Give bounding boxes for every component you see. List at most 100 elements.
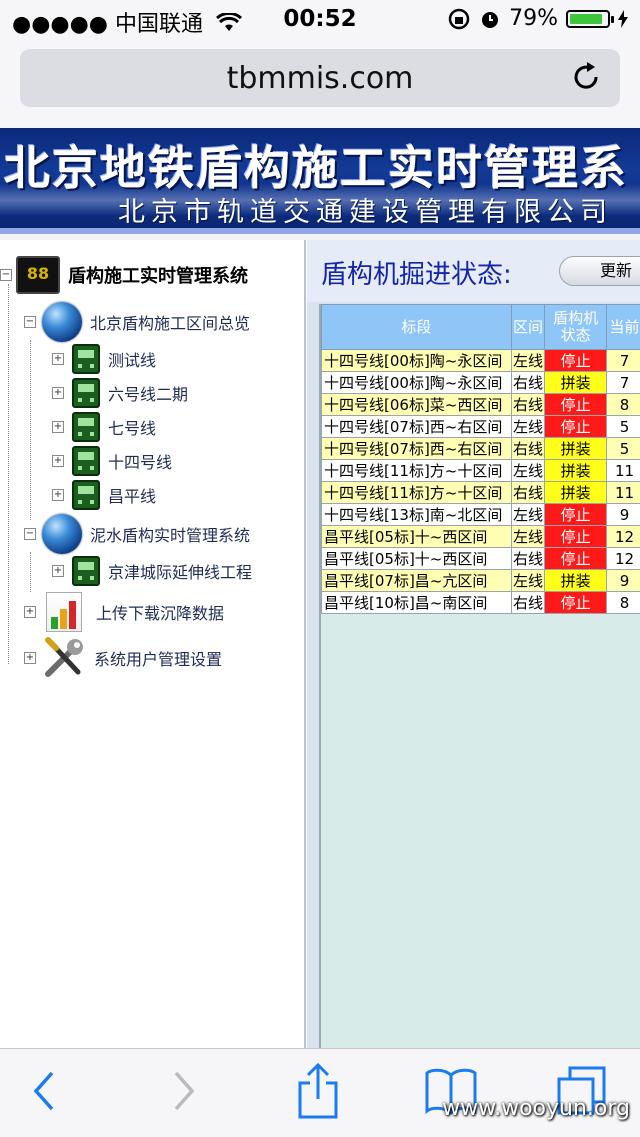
tree-group-slurry[interactable]: − 泥水盾构实时管理系统 (24, 514, 250, 554)
cell-current: 9 (607, 570, 640, 592)
column-header-section: 区间 (511, 305, 544, 350)
cell-section: 左线 (511, 526, 544, 548)
cell-section: 左线 (511, 350, 544, 372)
tree-root[interactable]: − 88 盾构施工实时管理系统 (0, 256, 248, 294)
site-banner: 北京地铁盾构施工实时管理系 北京市轨道交通建设管理有限公司 (0, 128, 640, 234)
cell-segment: 十四号线[07标]西~右区间 (322, 416, 512, 438)
expand-icon[interactable]: + (24, 652, 36, 664)
tree-item-label[interactable]: 上传下载沉降数据 (96, 600, 224, 624)
cell-section: 右线 (511, 438, 544, 460)
collapse-icon[interactable]: − (0, 269, 12, 281)
tree-item-line[interactable]: + 京津城际延伸线工程 (52, 556, 252, 586)
cell-current: 5 (607, 438, 640, 460)
column-header-current: 当前 (607, 305, 640, 350)
battery-icon (566, 10, 610, 28)
tree-item-label[interactable]: 十四号线 (108, 449, 172, 473)
table-row[interactable]: 昌平线[05标]十~西区间右线停止12 (322, 548, 640, 570)
cell-section: 左线 (511, 416, 544, 438)
cell-segment: 昌平线[05标]十~西区间 (322, 526, 512, 548)
tree-item-label[interactable]: 系统用户管理设置 (94, 646, 222, 670)
refresh-button[interactable]: 更新 (559, 256, 640, 286)
cell-current: 11 (607, 460, 640, 482)
cell-current: 11 (607, 482, 640, 504)
status-right: 79% (447, 6, 628, 31)
column-header-segment: 标段 (322, 305, 512, 350)
cell-segment: 十四号线[00标]陶~永区间 (322, 350, 512, 372)
cell-segment: 昌平线[05标]十~西区间 (322, 548, 512, 570)
cell-status: 停止 (545, 394, 607, 416)
cell-current: 12 (607, 548, 640, 570)
browser-toolbar: www.wooyun.org (0, 1048, 640, 1137)
cell-segment: 十四号线[07标]西~右区间 (322, 438, 512, 460)
tree-item-label[interactable]: 六号线二期 (108, 381, 188, 405)
globe-icon (42, 514, 82, 554)
tree-item-line[interactable]: + 七号线 (52, 412, 156, 442)
table-row[interactable]: 昌平线[10标]昌~南区间右线停止8 (322, 592, 640, 614)
cell-segment: 十四号线[11标]方~十区间 (322, 482, 512, 504)
collapse-icon[interactable]: − (24, 316, 36, 328)
cell-section: 右线 (511, 482, 544, 504)
tree-group-label[interactable]: 北京盾构施工区间总览 (90, 310, 250, 334)
tree-item-label[interactable]: 七号线 (108, 415, 156, 439)
forward-icon[interactable] (168, 1069, 198, 1113)
tree-item-label[interactable]: 昌平线 (108, 483, 156, 507)
table-row[interactable]: 十四号线[11标]方~十区间右线拼装11 (322, 482, 640, 504)
table-row[interactable]: 十四号线[11标]方~十区间左线拼装11 (322, 460, 640, 482)
table-row[interactable]: 十四号线[13标]南~北区间左线停止9 (322, 504, 640, 526)
expand-icon[interactable]: + (52, 421, 64, 433)
share-icon[interactable] (296, 1063, 340, 1119)
back-icon[interactable] (30, 1069, 60, 1113)
reload-icon[interactable] (568, 59, 604, 95)
globe-icon (42, 302, 82, 342)
collapse-icon[interactable]: − (24, 528, 36, 540)
tree-group-label[interactable]: 泥水盾构实时管理系统 (90, 522, 250, 546)
status-table: 标段 区间 盾构机状态 当前 十四号线[00标]陶~永区间左线停止7十四号线[0… (321, 304, 640, 614)
tree-item-line[interactable]: + 昌平线 (52, 480, 156, 510)
cell-current: 9 (607, 504, 640, 526)
table-row[interactable]: 十四号线[07标]西~右区间左线停止5 (322, 416, 640, 438)
tree-item-line[interactable]: + 十四号线 (52, 446, 172, 476)
expand-icon[interactable]: + (52, 455, 64, 467)
table-row[interactable]: 昌平线[07标]昌~亢区间左线拼装9 (322, 570, 640, 592)
table-row[interactable]: 十四号线[06标]菜~西区间右线停止8 (322, 394, 640, 416)
train-icon (72, 480, 100, 510)
tree-item-label[interactable]: 测试线 (108, 347, 156, 371)
cell-segment: 十四号线[00标]陶~永区间 (322, 372, 512, 394)
tree-item-upload[interactable]: + 上传下载沉降数据 (24, 592, 224, 632)
cell-segment: 昌平线[10标]昌~南区间 (322, 592, 512, 614)
table-row[interactable]: 昌平线[05标]十~西区间左线停止12 (322, 526, 640, 548)
tree-item-settings[interactable]: + 系统用户管理设置 (24, 636, 222, 680)
cell-current: 5 (607, 416, 640, 438)
tree-group-beijing[interactable]: − 北京盾构施工区间总览 (24, 302, 250, 342)
tree-item-label[interactable]: 京津城际延伸线工程 (108, 559, 252, 583)
charging-icon (618, 10, 628, 28)
cell-section: 右线 (511, 372, 544, 394)
train-icon (72, 446, 100, 476)
cell-status: 拼装 (545, 570, 607, 592)
cell-current: 8 (607, 394, 640, 416)
cell-status: 拼装 (545, 482, 607, 504)
monitor-icon: 88 (16, 256, 60, 294)
tree-item-line[interactable]: + 测试线 (52, 344, 156, 374)
address-field[interactable]: tbmmis.com (20, 49, 620, 107)
alarm-icon (479, 8, 501, 30)
expand-icon[interactable]: + (52, 565, 64, 577)
expand-icon[interactable]: + (24, 606, 36, 618)
cell-current: 7 (607, 350, 640, 372)
expand-icon[interactable]: + (52, 353, 64, 365)
tree-root-label[interactable]: 盾构施工实时管理系统 (68, 262, 248, 288)
train-icon (72, 344, 100, 374)
expand-icon[interactable]: + (52, 489, 64, 501)
cell-current: 12 (607, 526, 640, 548)
table-row[interactable]: 十四号线[00标]陶~永区间右线拼装7 (322, 372, 640, 394)
tree-item-line[interactable]: + 六号线二期 (52, 378, 188, 408)
url-text[interactable]: tbmmis.com (20, 61, 620, 96)
cell-status: 拼装 (545, 372, 607, 394)
cell-section: 右线 (511, 592, 544, 614)
cell-current: 7 (607, 372, 640, 394)
table-row[interactable]: 十四号线[07标]西~右区间右线拼装5 (322, 438, 640, 460)
table-row[interactable]: 十四号线[00标]陶~永区间左线停止7 (322, 350, 640, 372)
cell-section: 左线 (511, 460, 544, 482)
expand-icon[interactable]: + (52, 387, 64, 399)
cell-status: 停止 (545, 504, 607, 526)
